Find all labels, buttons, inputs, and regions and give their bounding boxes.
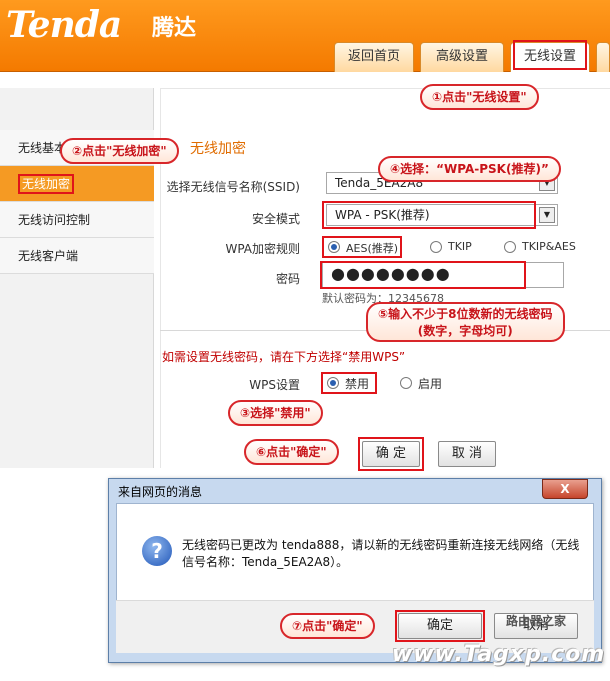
dialog-title: 来自网页的消息 xyxy=(118,485,203,499)
cancel-button[interactable]: 取 消 xyxy=(438,441,496,467)
tkip-radio[interactable] xyxy=(430,241,442,253)
close-icon[interactable]: X xyxy=(542,479,588,499)
callout-step5: ⑤输入不少于8位数新的无线密码 (数字，字母均可) xyxy=(366,302,565,342)
wps-hint: 如需设置无线密码，请在下方选择“禁用WPS” xyxy=(162,350,406,364)
tkip-aes-label: TKIP&AES xyxy=(522,240,576,253)
cipher-label: WPA加密规则 xyxy=(225,242,300,256)
section-title: 无线加密 xyxy=(190,141,246,157)
tenda-logo: Tenda xyxy=(6,4,122,46)
wps-disable-label: 禁用 xyxy=(345,377,370,391)
sidebar-item-access-control[interactable]: 无线访问控制 xyxy=(0,202,154,238)
tkip-aes-radio[interactable] xyxy=(504,241,516,253)
highlight-ok-button xyxy=(358,437,424,471)
tkip-label: TKIP xyxy=(448,240,472,253)
tab-home[interactable]: 返回首页 xyxy=(334,42,414,72)
tab-advanced-settings[interactable]: 高级设置 xyxy=(420,42,504,72)
callout-step3: ③选择"禁用" xyxy=(228,400,323,426)
callout-step2: ②点击"无线加密" xyxy=(60,138,179,164)
tenda-logo-cn: 腾达 xyxy=(152,16,197,41)
sidebar-item-label: 无线加密 xyxy=(18,174,75,194)
chevron-down-icon: ▼ xyxy=(539,207,555,223)
dialog-message: 无线密码已更改为 tenda888，请以新的无线密码重新连接无线网络（无线信号名… xyxy=(182,538,580,569)
password-label: 密码 xyxy=(275,272,300,286)
callout-step1: ①点击"无线设置" xyxy=(420,84,539,110)
highlight-wireless-tab xyxy=(513,40,587,70)
sidebar-item-wireless-security[interactable]: 无线加密 xyxy=(0,166,154,202)
watermark-site: www.Tagxp.com xyxy=(392,642,606,667)
highlight-security-mode xyxy=(322,201,536,229)
callout-step5-line1: ⑤输入不少于8位数新的无线密码 xyxy=(378,307,553,321)
tab-overflow[interactable] xyxy=(596,42,610,72)
watermark-site-cn: 路由器之家 xyxy=(506,614,567,628)
wps-disable-radio[interactable] xyxy=(327,377,339,389)
aes-label: AES(推荐) xyxy=(346,242,399,255)
aes-radio[interactable] xyxy=(328,241,340,253)
callout-step7: ⑦点击"确定" xyxy=(280,613,375,639)
sidebar-item-wireless-clients[interactable]: 无线客户端 xyxy=(0,238,154,274)
callout-step5-line2: (数字，字母均可) xyxy=(417,324,513,338)
callout-step6: ⑥点击"确定" xyxy=(244,439,339,465)
security-mode-label: 安全模式 xyxy=(251,212,300,226)
wps-enable-radio[interactable] xyxy=(400,377,412,389)
ssid-label: 选择无线信号名称(SSID) xyxy=(166,180,300,194)
highlight-password xyxy=(320,261,526,289)
wps-label: WPS设置 xyxy=(249,378,300,392)
callout-step4: ④选择：“WPA-PSK(推荐)” xyxy=(378,156,561,182)
highlight-dialog-ok xyxy=(395,610,485,642)
wps-enable-label: 启用 xyxy=(418,377,443,391)
question-icon: ? xyxy=(142,536,172,566)
